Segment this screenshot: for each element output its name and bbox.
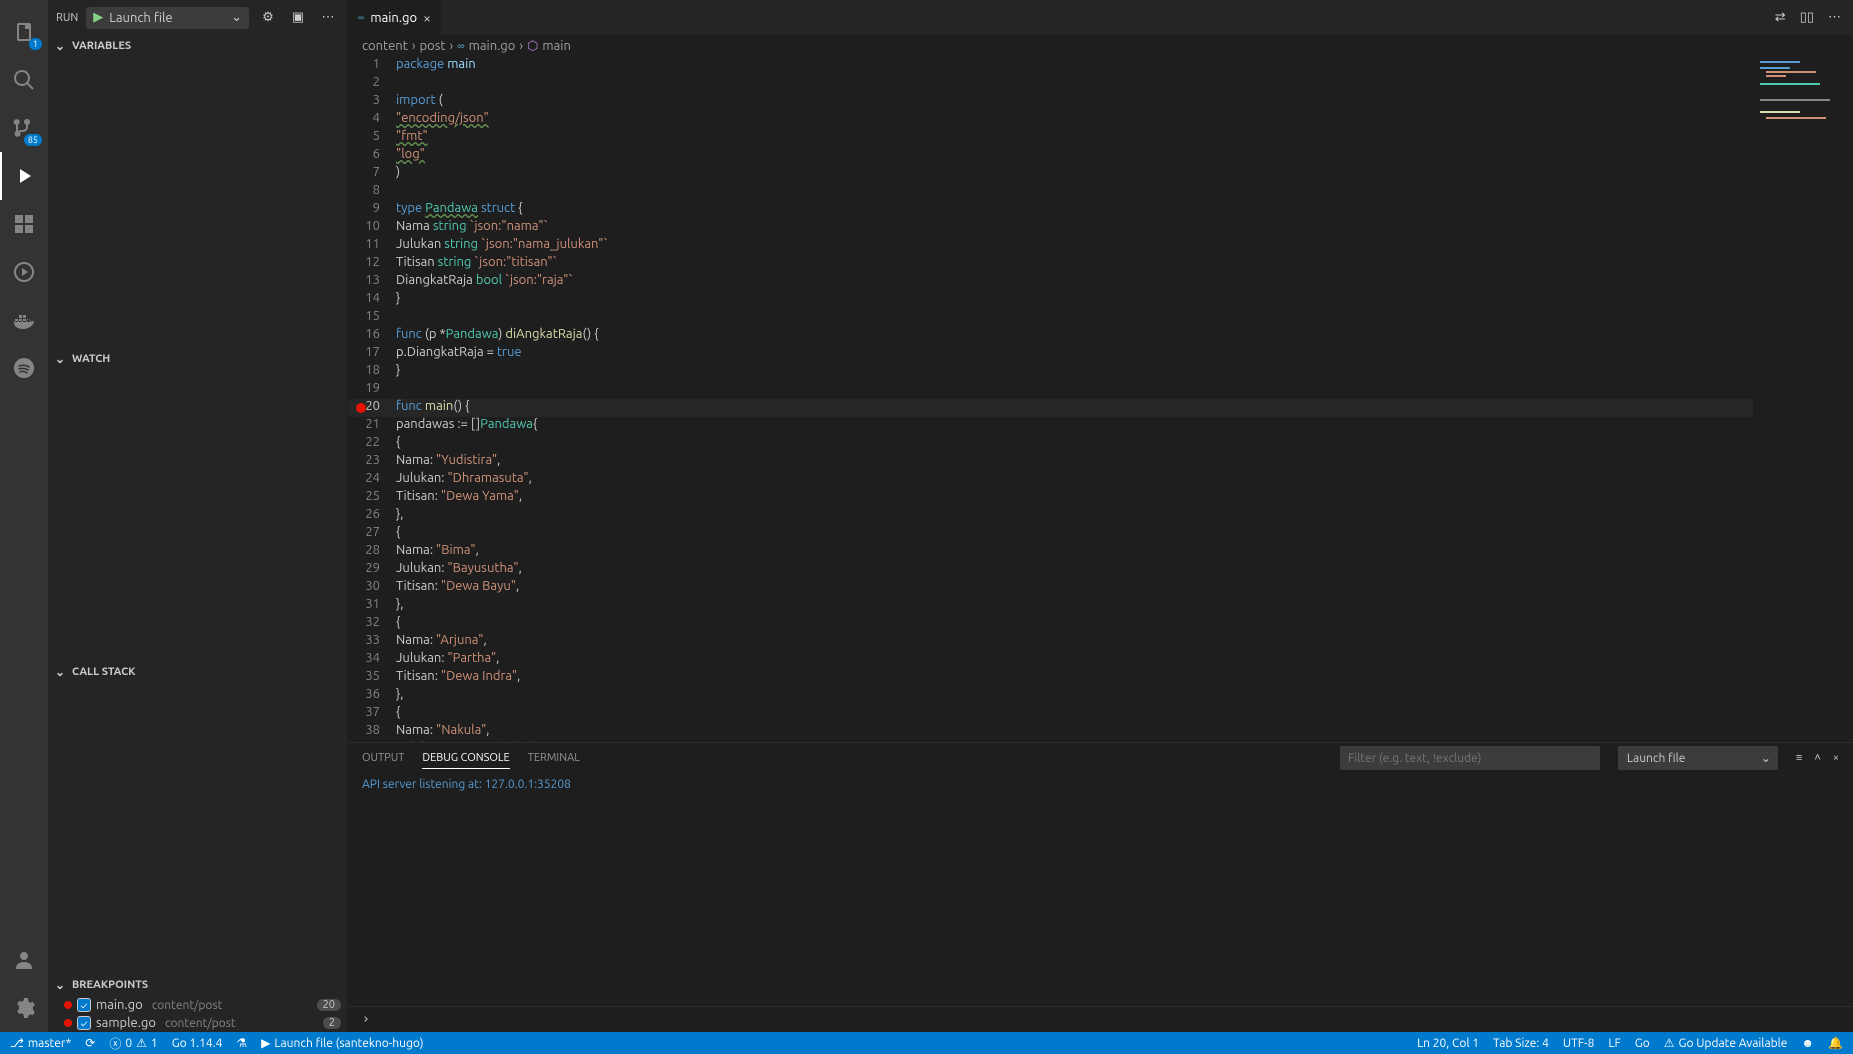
- breakpoints-section-header[interactable]: ⌄ BREAKPOINTS: [48, 974, 347, 996]
- close-icon[interactable]: ×: [423, 10, 431, 26]
- extensions-icon[interactable]: [0, 200, 48, 248]
- docker-icon[interactable]: [0, 296, 48, 344]
- scm-badge: 85: [24, 134, 42, 146]
- breakpoint-dot-icon: [64, 1019, 72, 1027]
- terminal-tab[interactable]: TERMINAL: [528, 748, 580, 768]
- indent-status[interactable]: Tab Size: 4: [1493, 1037, 1549, 1050]
- search-icon[interactable]: [0, 56, 48, 104]
- chevron-down-icon: ⌄: [231, 10, 242, 25]
- editor-tabs: ∞ main.go × ⇄ ▯▯ ⋯: [348, 0, 1853, 35]
- launch-config-name: Launch file: [109, 11, 172, 25]
- sync-icon[interactable]: ⟳: [85, 1036, 95, 1050]
- go-file-icon: ∞: [457, 39, 465, 53]
- repl-input[interactable]: ›: [348, 1006, 1853, 1032]
- language-mode[interactable]: Go: [1635, 1037, 1650, 1050]
- compare-icon[interactable]: ⇄: [1775, 10, 1786, 25]
- analysis-icon[interactable]: ⚗: [236, 1036, 247, 1050]
- problems-status[interactable]: ⓧ 0 ⚠ 1: [109, 1035, 157, 1052]
- breakpoint-row[interactable]: ✓ sample.go content/post 2: [48, 1014, 347, 1032]
- play-icon: ▶: [93, 10, 103, 25]
- breakpoint-checkbox[interactable]: ✓: [77, 1016, 91, 1030]
- status-bar: ⎇ master* ⟳ ⓧ 0 ⚠ 1 Go 1.14.4 ⚗ ▶ Launch…: [0, 1032, 1853, 1054]
- cursor-position[interactable]: Ln 20, Col 1: [1417, 1037, 1479, 1050]
- breadcrumb-segment[interactable]: post: [419, 39, 445, 53]
- feedback-icon[interactable]: ☻: [1801, 1036, 1814, 1050]
- settings-gear-icon[interactable]: [0, 984, 48, 1032]
- scm-icon[interactable]: 85: [0, 104, 48, 152]
- variables-section-header[interactable]: ⌄ VARIABLES: [48, 35, 347, 57]
- callstack-label: CALL STACK: [72, 666, 135, 678]
- watch-label: WATCH: [72, 353, 110, 365]
- go-file-icon: ∞: [358, 12, 364, 24]
- bottom-panel: OUTPUT DEBUG CONSOLE TERMINAL Launch fil…: [348, 742, 1853, 1032]
- run-label: RUN: [56, 12, 78, 24]
- breakpoint-checkbox[interactable]: ✓: [77, 998, 91, 1012]
- debug-icon[interactable]: [0, 152, 48, 200]
- breadcrumb-segment[interactable]: main.go: [469, 39, 516, 53]
- minimap[interactable]: [1753, 57, 1853, 742]
- debug-target[interactable]: ▶ Launch file (santekno-hugo): [261, 1036, 423, 1050]
- debug-console-icon[interactable]: ▣: [287, 10, 309, 25]
- breakpoint-file: main.go: [96, 998, 143, 1012]
- output-tab[interactable]: OUTPUT: [362, 748, 404, 768]
- filter-input[interactable]: [1340, 746, 1600, 770]
- eol-status[interactable]: LF: [1608, 1037, 1620, 1050]
- notifications-icon[interactable]: 🔔: [1828, 1036, 1843, 1050]
- explorer-icon[interactable]: 1: [0, 8, 48, 56]
- go-version[interactable]: Go 1.14.4: [172, 1037, 223, 1050]
- editor-group: ∞ main.go × ⇄ ▯▯ ⋯ content › post › ∞ ma…: [348, 0, 1853, 1032]
- breakpoint-dot-icon: [64, 1001, 72, 1009]
- breakpoints-label: BREAKPOINTS: [72, 979, 148, 991]
- variables-label: VARIABLES: [72, 40, 131, 52]
- clear-icon[interactable]: ≡: [1796, 752, 1802, 764]
- spotify-icon[interactable]: [0, 344, 48, 392]
- tab-label: main.go: [370, 11, 417, 25]
- chevron-down-icon: ⌄: [52, 665, 68, 679]
- breakpoint-line: 20: [317, 999, 341, 1011]
- breadcrumb-segment[interactable]: main: [542, 39, 570, 53]
- watch-section-header[interactable]: ⌄ WATCH: [48, 348, 347, 370]
- symbol-icon: ⬡: [527, 39, 538, 54]
- chevron-down-icon: ⌄: [52, 352, 68, 366]
- close-panel-icon[interactable]: ×: [1833, 752, 1839, 764]
- debug-console-output: API server listening at: 127.0.0.1:35208: [348, 773, 1853, 1006]
- more-icon[interactable]: ⋯: [317, 10, 339, 25]
- activity-bar: 1 85: [0, 0, 48, 1032]
- collapse-icon[interactable]: ˄: [1814, 752, 1820, 764]
- encoding-status[interactable]: UTF-8: [1563, 1037, 1594, 1050]
- breakpoint-file: sample.go: [96, 1016, 156, 1030]
- test-icon[interactable]: [0, 248, 48, 296]
- branch-status[interactable]: ⎇ master*: [10, 1036, 71, 1050]
- breakpoint-row[interactable]: ✓ main.go content/post 20: [48, 996, 347, 1014]
- debug-console-tab[interactable]: DEBUG CONSOLE: [422, 748, 509, 769]
- launch-config-dropdown[interactable]: ▶ Launch file ⌄: [86, 7, 249, 29]
- breadcrumb-segment[interactable]: content: [362, 39, 408, 53]
- more-icon[interactable]: ⋯: [1828, 10, 1841, 25]
- breadcrumb[interactable]: content › post › ∞ main.go › ⬡ main: [348, 35, 1853, 57]
- debug-session-dropdown[interactable]: Launch file: [1618, 746, 1778, 770]
- tab-main-go[interactable]: ∞ main.go ×: [348, 0, 442, 35]
- chevron-down-icon: ⌄: [52, 39, 68, 53]
- breakpoint-path: content/post: [165, 1017, 236, 1030]
- chevron-down-icon: ⌄: [52, 978, 68, 992]
- breakpoint-path: content/post: [152, 999, 223, 1012]
- breakpoint-line: 2: [323, 1017, 341, 1029]
- callstack-section-header[interactable]: ⌄ CALL STACK: [48, 661, 347, 683]
- run-sidebar: RUN ▶ Launch file ⌄ ⚙ ▣ ⋯ ⌄ VARIABLES ⌄ …: [48, 0, 348, 1032]
- split-editor-icon[interactable]: ▯▯: [1800, 10, 1814, 25]
- account-icon[interactable]: [0, 936, 48, 984]
- gear-icon[interactable]: ⚙: [257, 10, 279, 25]
- code-editor[interactable]: 1package main23import (4 "encoding/json"…: [348, 57, 1753, 742]
- explorer-badge: 1: [29, 38, 42, 50]
- go-update[interactable]: ⚠ Go Update Available: [1664, 1036, 1788, 1050]
